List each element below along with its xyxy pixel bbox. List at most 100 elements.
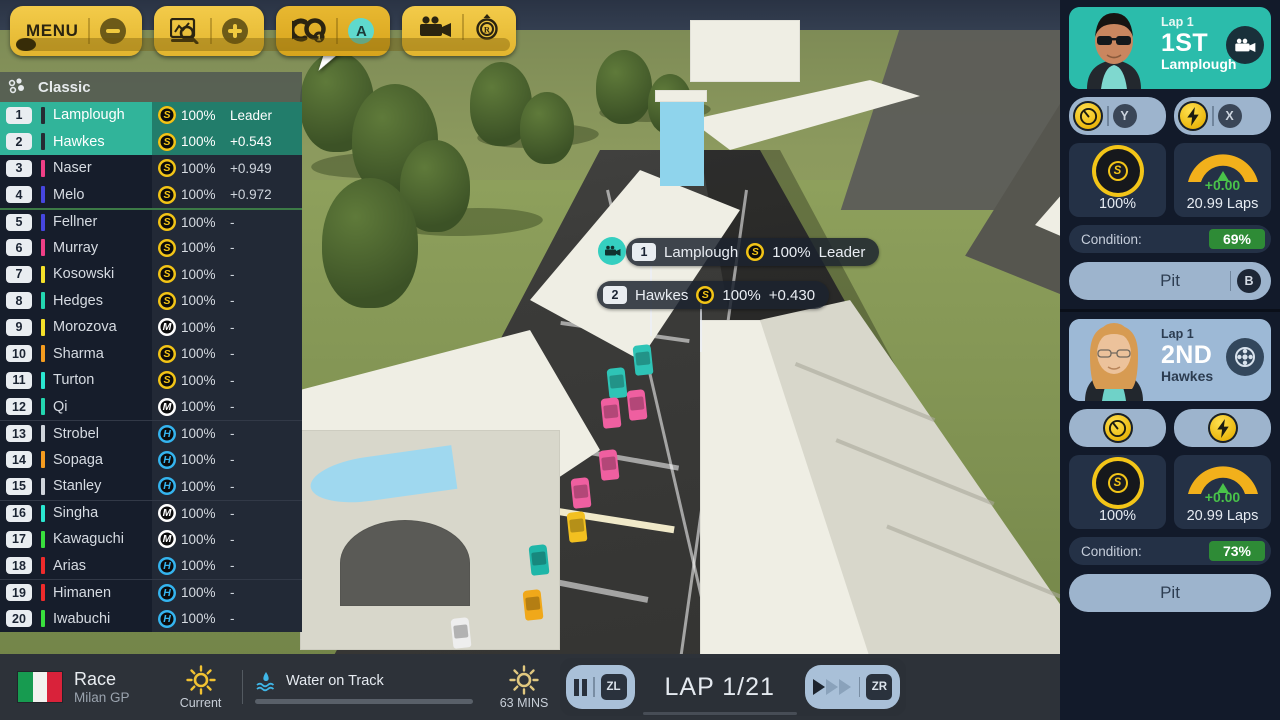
replay-scrubber[interactable] — [16, 38, 511, 51]
row-driver-name: Turton — [53, 372, 95, 389]
row-metrics: H 100% - — [152, 446, 302, 473]
water-on-track: Water on Track — [255, 670, 474, 704]
table-row[interactable]: 12 Qi M 100% - — [0, 393, 302, 420]
divider — [858, 677, 861, 697]
driver-1-tyre-wear: 100% — [1098, 196, 1137, 212]
camera-focus-icon[interactable] — [598, 237, 626, 265]
world-label-driver-1[interactable]: 1 Lamplough S 100% Leader — [598, 237, 880, 266]
row-driver-name: Melo — [53, 186, 85, 203]
row-tyre-wear: 100% — [181, 372, 216, 388]
table-row[interactable]: 2 Hawkes S 100% +0.543 — [0, 128, 302, 155]
scrubber-handle[interactable] — [16, 38, 36, 51]
table-row[interactable]: 3 Naser S 100% +0.949 — [0, 155, 302, 182]
driver-1-pit-button[interactable]: Pit B — [1069, 262, 1271, 300]
bottom-status-bar: Race Milan GP Current Water on Track 63 … — [0, 654, 1060, 720]
driver-1-condition-label: Condition: — [1081, 231, 1142, 247]
row-tyre-icon: M — [158, 318, 176, 337]
driver-2-name: Hawkes — [1161, 367, 1214, 384]
driver-card-2-header[interactable]: Lap 1 2ND Hawkes — [1069, 319, 1271, 401]
table-row[interactable]: 8 Hedges S 100% - — [0, 287, 302, 314]
weather-panel: Current Water on Track 63 MINS — [172, 664, 558, 710]
table-row[interactable]: 14 Sopaga H 100% - — [0, 446, 302, 473]
driver-1-tyre-stat[interactable]: S 100% — [1069, 143, 1166, 217]
table-row[interactable]: 1 Lamplough S 100% Leader — [0, 102, 302, 129]
divider — [1229, 271, 1231, 291]
team-color-bar — [41, 425, 45, 443]
driver-sidebar[interactable]: Lap 1 1ST Lamplough Y X S 100% +0.00 20.… — [1060, 0, 1280, 720]
flag-stripe — [32, 672, 48, 702]
row-metrics: S 100% - — [152, 367, 302, 394]
driver-1-camera-badge[interactable] — [1226, 26, 1264, 64]
row-metrics: H 100% - — [152, 580, 302, 606]
team-color-bar — [41, 318, 45, 336]
row-position: 18 — [6, 557, 32, 575]
table-row[interactable]: 7 Kosowski S 100% - — [0, 261, 302, 288]
driver-2-position: 2ND — [1161, 340, 1213, 369]
row-metrics: S 100% - — [152, 261, 302, 288]
table-row[interactable]: 11 Turton S 100% - — [0, 367, 302, 394]
driver-2-pit-button[interactable]: Pit — [1069, 574, 1271, 612]
table-row[interactable]: 20 Iwabuchi H 100% - — [0, 605, 302, 632]
table-row[interactable]: 4 Melo S 100% +0.972 — [0, 181, 302, 208]
row-gap: Leader — [230, 107, 273, 123]
divider — [241, 670, 244, 704]
driver-1-pit-key: B — [1237, 269, 1261, 293]
tyre-wheel-icon: S — [1095, 461, 1140, 505]
team-color-bar — [41, 477, 45, 495]
hangar — [690, 20, 800, 82]
session-info: Race Milan GP — [74, 669, 130, 705]
driver-2-tyre-badge[interactable] — [1226, 338, 1264, 376]
driver-2-pace-button[interactable] — [1069, 409, 1166, 447]
driver-2-tyre-stat[interactable]: S 100% — [1069, 455, 1166, 529]
leaderboard-rows[interactable]: 1 Lamplough S 100% Leader 2 Hawkes S 100% +0.543 3… — [0, 102, 302, 632]
driver-1-fuel-stat[interactable]: +0.00 20.99 Laps — [1174, 143, 1271, 217]
table-row[interactable]: 10 Sharma S 100% - — [0, 340, 302, 367]
row-gap: - — [230, 452, 235, 468]
team-color-bar — [41, 239, 45, 257]
table-row[interactable]: 15 Stanley H 100% - — [0, 473, 302, 500]
row-tyre-wear: 100% — [181, 452, 216, 468]
row-gap: - — [230, 558, 235, 574]
table-row[interactable]: 19 Himanen H 100% - — [0, 579, 302, 606]
row-position: 19 — [6, 584, 32, 602]
row-tyre-icon: H — [158, 477, 176, 496]
driver-card-1-header[interactable]: Lap 1 1ST Lamplough — [1069, 7, 1271, 89]
table-row[interactable]: 17 Kawaguchi M 100% - — [0, 526, 302, 553]
table-row[interactable]: 13 Strobel H 100% - — [0, 420, 302, 447]
driver-portrait-1 — [1071, 7, 1157, 89]
table-row[interactable]: 9 Morozova M 100% - — [0, 314, 302, 341]
boost-bolt-icon — [1178, 101, 1208, 131]
fast-forward-button[interactable]: ZR — [804, 665, 901, 709]
driver-1-boost-button[interactable]: X — [1174, 97, 1271, 135]
table-row[interactable]: 18 Arias H 100% - — [0, 552, 302, 579]
table-row[interactable]: 16 Singha M 100% - — [0, 499, 302, 526]
world-label-driver-2[interactable]: 2 Hawkes S 100% +0.430 — [597, 281, 830, 309]
session-type: Race — [74, 668, 117, 689]
replay-group[interactable]: R — [16, 6, 517, 56]
row-gap: - — [230, 478, 235, 494]
row-metrics: H 100% - — [152, 421, 302, 447]
team-color-bar — [41, 557, 45, 575]
driver-1-boost-key: X — [1217, 104, 1242, 128]
driver-card-2[interactable]: Lap 1 2ND Hawkes S 100% +0.00 20.99 Laps… — [1060, 312, 1280, 621]
driver-1-name: Lamplough — [1161, 55, 1237, 72]
driver-2-boost-button[interactable] — [1174, 409, 1271, 447]
pause-button[interactable]: ZL — [566, 665, 635, 709]
race-car — [600, 397, 622, 429]
table-row[interactable]: 6 Murray S 100% - — [0, 234, 302, 261]
driver-1-order-buttons: Y X — [1069, 97, 1271, 135]
team-color-bar — [41, 530, 45, 548]
row-tyre-wear: 100% — [181, 240, 216, 256]
row-position: 17 — [6, 530, 32, 548]
table-row[interactable]: 5 Fellner S 100% - — [0, 208, 302, 235]
team-color-bar — [41, 451, 45, 469]
driver-2-fuel-stat[interactable]: +0.00 20.99 Laps — [1174, 455, 1271, 529]
leaderboard-panel[interactable]: Classic 1 Lamplough S 100% Leader 2 Hawkes S 100… — [0, 72, 302, 632]
tower-glass — [660, 100, 704, 186]
championship-icon — [8, 78, 28, 96]
driver-card-1[interactable]: Lap 1 1ST Lamplough Y X S 100% +0.00 20.… — [1060, 0, 1280, 309]
row-gap: - — [230, 611, 235, 627]
row-metrics: M 100% - — [152, 526, 302, 553]
lap-progress-bar — [642, 711, 797, 715]
driver-1-pace-button[interactable]: Y — [1069, 97, 1166, 135]
